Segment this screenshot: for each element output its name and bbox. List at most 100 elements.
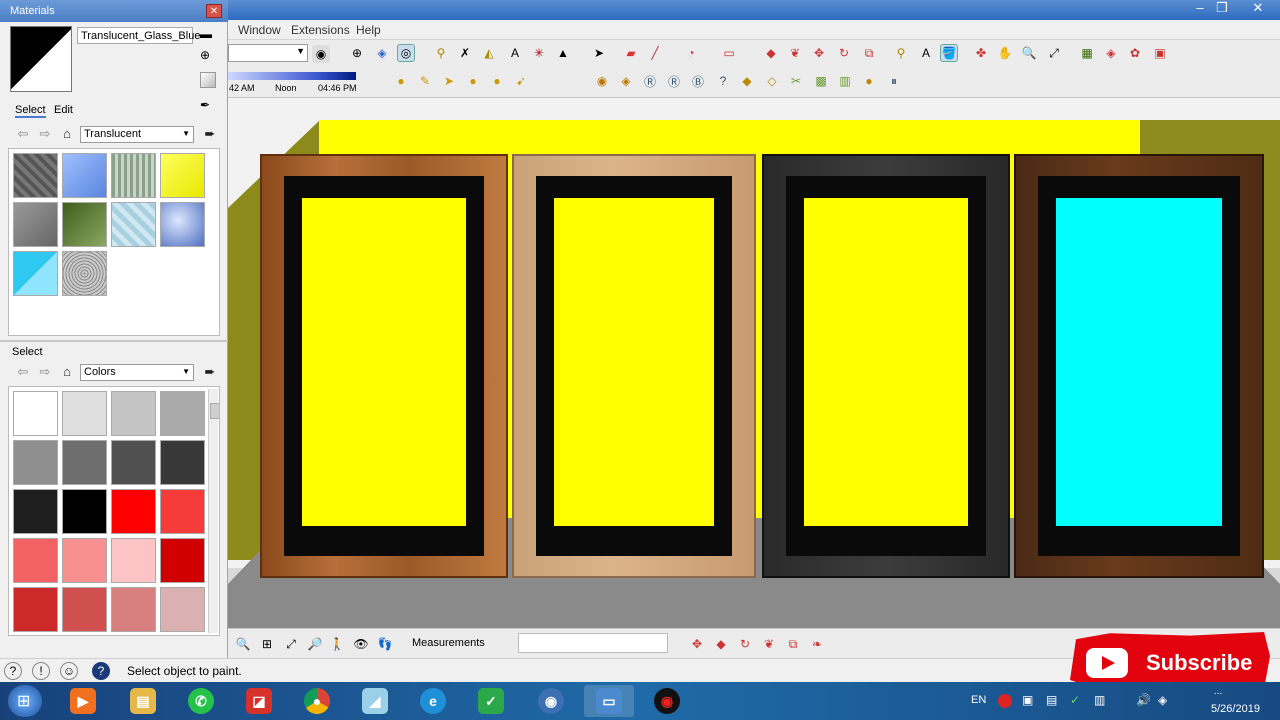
taskbar-app-glass[interactable]: ◢ [350,685,400,717]
orbit-tool-icon[interactable]: ✤ [972,44,990,62]
sandbox-drape-icon[interactable]: ● [488,72,506,90]
share-model-icon[interactable]: ◈ [1102,44,1120,62]
tray-icon-2[interactable]: ▤ [1046,693,1057,707]
taskbar-chrome[interactable]: ● [292,685,342,717]
taskbar-window-active[interactable]: ▭ [584,685,634,717]
swatch-translucent-5[interactable] [13,202,58,247]
camera-icon[interactable]: ◉ [312,45,330,63]
swatch-color-7[interactable] [111,440,156,485]
maximize-icon[interactable]: ❐ [1210,0,1234,18]
swatch-translucent-8[interactable] [160,202,205,247]
zoom-window-icon[interactable]: ⊞ [258,635,276,653]
materials-close-icon[interactable]: ✕ [206,4,222,18]
shadow-time-slider[interactable] [228,72,356,80]
move-tool-icon[interactable]: ✥ [810,44,828,62]
3d-text-icon[interactable]: ▲ [554,44,572,62]
home-icon-2[interactable]: ⌂ [59,364,75,380]
forward-arrow-icon[interactable]: ⇨ [37,126,53,142]
swatch-color-12[interactable] [160,489,205,534]
language-indicator[interactable]: EN [971,694,986,706]
pan-tool-icon[interactable]: ✋ [996,44,1014,62]
volume-icon[interactable]: 🔊 [1136,693,1151,707]
model-viewport[interactable] [228,98,1280,628]
eraser-icon[interactable]: ▰ [622,44,640,62]
sample-paint-icon[interactable]: ✒ [200,98,216,114]
footprints-icon[interactable]: 👣 [376,635,394,653]
style-dropdown[interactable]: ▼ [228,44,308,62]
section-plane-icon[interactable]: ◈ [373,44,391,62]
zoom-icon[interactable]: 🔍 [234,635,252,653]
rotate-tool-icon[interactable]: ↻ [835,44,853,62]
help-icon[interactable]: ? [714,72,732,90]
swatch-translucent-9[interactable] [13,251,58,296]
extension-warehouse-icon[interactable]: ✿ [1126,44,1144,62]
offset-icon[interactable]: ❧ [808,635,826,653]
swatch-translucent-3[interactable] [111,153,156,198]
follow-me-bottom-icon[interactable]: ❦ [760,635,778,653]
swatch-color-2[interactable] [62,391,107,436]
swatch-color-11[interactable] [111,489,156,534]
library-select-bottom[interactable]: Colors ▼ [80,364,194,381]
swatch-color-17[interactable] [13,587,58,632]
taskbar-recorder[interactable]: ◉ [642,685,692,717]
text-label-icon[interactable]: A [917,44,935,62]
swatch-color-5[interactable] [13,440,58,485]
display-secondary-pane-icon[interactable]: ▬ [200,27,216,41]
scale-bottom-icon[interactable]: ⧉ [784,635,802,653]
pause-icon[interactable]: ⏸ [885,72,903,90]
forward-arrow-icon-2[interactable]: ⇨ [37,364,53,380]
swatch-color-8[interactable] [160,440,205,485]
zoom-extents-bottom-icon[interactable]: ⤢ [282,635,300,653]
swatch-translucent-1[interactable] [13,153,58,198]
swatch-translucent-10[interactable] [62,251,107,296]
measurements-input[interactable] [518,633,668,653]
scale-tool-icon[interactable]: ⧉ [860,44,878,62]
texture-icon[interactable]: ▥ [836,72,854,90]
zoom-extents-icon[interactable]: ⤢ [1045,44,1063,62]
paint-bucket-icon[interactable]: 🪣 [940,44,958,62]
instructor-icon[interactable]: ? [92,662,110,680]
swatch-color-4[interactable] [160,391,205,436]
search-icon[interactable]: 🔎 [306,635,324,653]
minimize-icon[interactable]: – [1188,0,1212,18]
warehouse-icon[interactable]: ▦ [1078,44,1096,62]
create-material-icon[interactable]: ⊕ [200,48,216,64]
orbit-icon[interactable]: ⊕ [348,44,366,62]
swatch-color-3[interactable] [111,391,156,436]
walk-icon[interactable]: 🚶 [328,635,346,653]
taskbar-explorer[interactable]: ▤ [118,685,168,717]
menu-extensions[interactable]: Extensions [291,23,350,37]
swatch-color-16[interactable] [160,538,205,583]
default-material-icon[interactable] [200,72,216,88]
clock-date[interactable]: 5/26/2019 [1211,703,1260,715]
taskbar-ie[interactable]: e [408,685,458,717]
swatch-color-20[interactable] [160,587,205,632]
outliner-icon[interactable]: Ⓡ [665,72,683,90]
taskbar-whatsapp[interactable]: ✆ [176,685,226,717]
swatch-color-14[interactable] [62,538,107,583]
door-frame-1[interactable] [260,154,508,578]
axes-icon[interactable]: ✳ [530,44,548,62]
tab-edit[interactable]: Edit [54,104,73,116]
close-icon[interactable]: ✕ [1246,0,1270,18]
sandbox-smoove-icon[interactable]: ➤ [440,72,458,90]
tray-network-icon[interactable]: ▥ [1094,693,1105,707]
diamond-icon[interactable]: ◇ [763,72,781,90]
menu-help[interactable]: Help [356,23,381,37]
arc-tool-icon[interactable]: ◔ [682,44,700,62]
record-tray-icon[interactable] [998,694,1012,708]
swatch-scrollbar[interactable] [208,389,219,633]
material-name-field[interactable]: Translucent_Glass_Blue [77,27,200,44]
door-frame-4[interactable] [1014,154,1264,578]
extension-manager-icon[interactable]: ▣ [1151,44,1169,62]
start-button[interactable]: ⊞ [8,685,42,717]
tag-icon[interactable]: ◆ [738,72,756,90]
home-icon[interactable]: ⌂ [59,126,75,142]
scenes-icon[interactable]: Ⓑ [689,72,707,90]
push-pull-icon[interactable]: ◆ [762,44,780,62]
coin-icon[interactable]: ● [860,72,878,90]
protractor-icon[interactable]: ◭ [480,44,498,62]
menu-window[interactable]: Window [238,23,281,37]
details-arrow-icon-2[interactable]: ➨ [202,364,218,380]
back-arrow-icon[interactable]: ⇦ [15,126,31,142]
